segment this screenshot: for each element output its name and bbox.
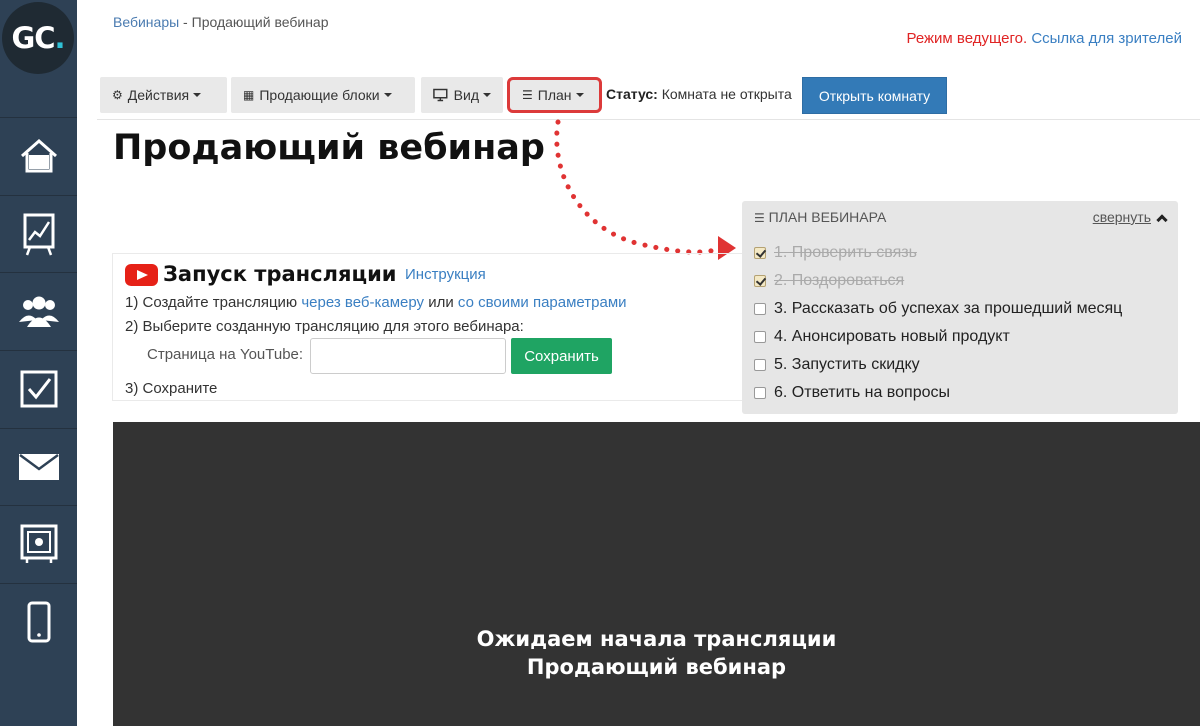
monitor-icon	[433, 88, 448, 102]
broadcast-setup-panel: Запуск трансляции Инструкция 1) Создайте…	[112, 253, 742, 401]
page-title: Продающий вебинар	[113, 128, 545, 168]
collapse-link[interactable]: свернуть	[1092, 209, 1168, 226]
status-label: Статус:	[606, 86, 658, 102]
plan-item-checkbox[interactable]	[754, 331, 766, 343]
plan-item-checkbox[interactable]	[754, 303, 766, 315]
video-player[interactable]: Ожидаем начала трансляции Продающий веби…	[113, 422, 1200, 726]
collapse-label: свернуть	[1092, 209, 1151, 225]
plan-highlight-frame	[507, 77, 602, 113]
sidebar-item-users[interactable]	[0, 272, 77, 349]
logo[interactable]: GC.	[2, 2, 74, 74]
sidebar-item-mobile[interactable]	[0, 583, 77, 660]
youtube-page-input[interactable]	[310, 338, 506, 374]
video-webinar-name: Продающий вебинар	[526, 655, 787, 679]
sidebar-item-tasks[interactable]	[0, 350, 77, 427]
logo-text: GC.	[11, 21, 65, 55]
gears-icon: ⚙	[112, 88, 123, 102]
mode-links: Режим ведущего. Ссылка для зрителей	[906, 30, 1182, 47]
sidebar-item-analytics[interactable]	[0, 195, 77, 272]
breadcrumb: Вебинары - Продающий вебинар	[113, 14, 329, 30]
custom-params-link[interactable]: со своими параметрами	[458, 294, 627, 311]
youtube-icon	[125, 264, 158, 286]
instruction-link[interactable]: Инструкция	[405, 266, 486, 283]
webcam-link[interactable]: через веб-камеру	[301, 294, 424, 311]
sidebar: GC.	[0, 0, 77, 726]
plan-header: ☰ ПЛАН ВЕБИНАРА	[754, 209, 886, 225]
chevron-up-icon	[1156, 213, 1168, 226]
pointer-arrow	[554, 119, 736, 260]
save-button[interactable]: Сохранить	[511, 338, 612, 374]
actions-dropdown[interactable]: ⚙ Действия	[100, 77, 227, 113]
video-waiting-text: Ожидаем начала трансляции	[476, 627, 837, 651]
plan-item-checkbox[interactable]	[754, 387, 766, 399]
plan-item-checkbox[interactable]	[754, 275, 766, 287]
broadcast-step-3: 3) Сохраните	[125, 380, 218, 397]
room-status: Статус: Комната не открыта	[606, 86, 792, 102]
step1-prefix: 1) Создайте трансляцию	[125, 294, 302, 311]
youtube-page-label: Страница на YouTube:	[147, 346, 304, 363]
breadcrumb-current: Продающий вебинар	[191, 14, 329, 30]
plan-item-label: 4. Анонсировать новый продукт	[774, 328, 1010, 345]
caret-down-icon	[383, 93, 392, 97]
plan-title: ПЛАН ВЕБИНАРА	[768, 209, 887, 225]
viewers-link[interactable]: Ссылка для зрителей	[1031, 30, 1182, 47]
selling-blocks-dropdown[interactable]: ▦ Продающие блоки	[231, 77, 415, 113]
mobile-icon	[27, 601, 50, 643]
plan-item-label: 3. Рассказать об успехах за прошедший ме…	[774, 300, 1123, 317]
mail-icon	[18, 454, 59, 480]
step1-mid: или	[424, 294, 458, 311]
webinar-plan-panel: ☰ ПЛАН ВЕБИНАРА свернуть 1. Проверить св…	[742, 201, 1178, 414]
plan-item[interactable]: 5. Запустить скидку	[754, 356, 920, 374]
caret-down-icon	[483, 93, 491, 97]
sidebar-item-safe[interactable]	[0, 505, 77, 582]
actions-label: Действия	[127, 87, 190, 103]
breadcrumb-webinars-link[interactable]: Вебинары	[113, 14, 179, 30]
breadcrumb-separator: -	[179, 14, 192, 30]
list-icon: ☰	[754, 211, 765, 225]
plan-item-label: 1. Проверить связь	[774, 244, 917, 261]
checkbox-icon	[20, 370, 57, 408]
view-dropdown[interactable]: Вид	[421, 77, 503, 113]
sidebar-item-mail[interactable]	[0, 428, 77, 505]
users-icon	[18, 296, 59, 327]
broadcast-title: Запуск трансляции	[163, 262, 397, 286]
chart-board-icon	[23, 213, 54, 256]
plan-item[interactable]: 3. Рассказать об успехах за прошедший ме…	[754, 300, 1122, 318]
plan-item-checkbox[interactable]	[754, 359, 766, 371]
host-mode-label: Режим ведущего.	[906, 30, 1028, 47]
broadcast-step-2: 2) Выберите созданную трансляцию для это…	[125, 318, 524, 335]
safe-icon	[20, 524, 57, 563]
view-label: Вид	[453, 87, 479, 103]
open-room-button[interactable]: Открыть комнату	[802, 77, 947, 114]
plan-item-checkbox[interactable]	[754, 247, 766, 259]
plan-item[interactable]: 4. Анонсировать новый продукт	[754, 328, 1010, 346]
status-value: Комната не открыта	[661, 86, 792, 102]
broadcast-step-1: 1) Создайте трансляцию через веб-камеру …	[125, 294, 627, 311]
plan-item-label: 6. Ответить на вопросы	[774, 384, 950, 401]
plan-item[interactable]: 2. Поздороваться	[754, 272, 904, 290]
home-icon	[20, 138, 57, 173]
plan-item-label: 5. Запустить скидку	[774, 356, 920, 373]
grid-icon: ▦	[243, 88, 255, 102]
plan-item-label: 2. Поздороваться	[774, 272, 905, 289]
plan-item[interactable]: 1. Проверить связь	[754, 244, 917, 262]
selling-blocks-label: Продающие блоки	[259, 87, 380, 103]
plan-item[interactable]: 6. Ответить на вопросы	[754, 384, 950, 402]
sidebar-item-home[interactable]	[0, 117, 77, 194]
caret-down-icon	[193, 93, 202, 97]
